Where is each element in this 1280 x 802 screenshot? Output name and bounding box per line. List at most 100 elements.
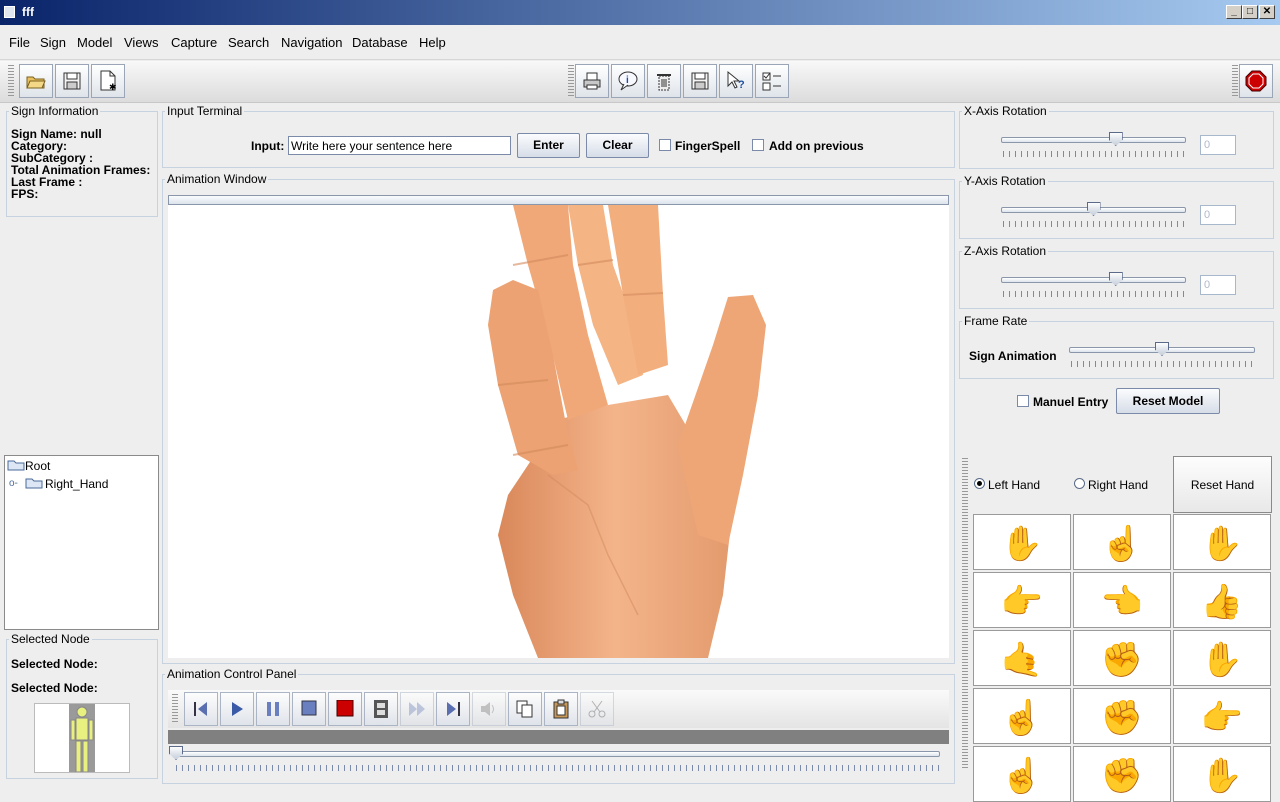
menu-search[interactable]: Search	[228, 35, 269, 50]
play-icon[interactable]	[220, 692, 254, 726]
tree-node-label: Right_Hand	[45, 477, 109, 491]
reset-model-button[interactable]: Reset Model	[1116, 388, 1220, 414]
handshape-cell[interactable]: ✋	[1173, 746, 1271, 802]
svg-text:👈: 👈	[1101, 583, 1143, 621]
fingerspell-label: FingerSpell	[675, 139, 741, 153]
y-rotation-field[interactable]: 0	[1200, 205, 1236, 225]
handshape-cell[interactable]: ✋	[1173, 630, 1271, 686]
copy-icon[interactable]	[508, 692, 542, 726]
selected-node-title: Selected Node	[9, 632, 92, 646]
timeline-ticks	[176, 765, 940, 771]
help-pointer-icon[interactable]: ?	[719, 64, 753, 98]
minimize-button[interactable]: _	[1226, 5, 1242, 19]
sentence-input[interactable]	[288, 136, 511, 155]
step-back-icon[interactable]	[184, 692, 218, 726]
handshape-cell[interactable]: 🤙	[973, 630, 1071, 686]
expand-handle-icon[interactable]: o-	[9, 478, 18, 489]
cut-icon[interactable]	[580, 692, 614, 726]
maximize-button[interactable]: □	[1242, 5, 1258, 19]
toolbar-grip[interactable]	[8, 65, 14, 97]
handshape-cell[interactable]: ✊	[1073, 688, 1171, 744]
svg-text:☝: ☝	[1001, 755, 1043, 796]
svg-text:✋: ✋	[1001, 524, 1043, 563]
enter-button[interactable]: Enter	[517, 133, 580, 158]
menu-file[interactable]: File	[9, 35, 30, 50]
fast-forward-icon[interactable]	[400, 692, 434, 726]
save-icon[interactable]	[55, 64, 89, 98]
handshape-cell[interactable]: ✋	[1173, 514, 1271, 570]
z-rotation-field[interactable]: 0	[1200, 275, 1236, 295]
handshape-cell[interactable]: 👉	[973, 572, 1071, 628]
toolbar-grip-3[interactable]	[1232, 65, 1238, 97]
handshape-s-fist-icon: ✊	[1100, 699, 1143, 739]
stop-square-icon[interactable]	[292, 692, 326, 726]
reset-hand-button[interactable]: Reset Hand	[1173, 456, 1272, 513]
add-previous-checkbox[interactable]	[752, 139, 764, 151]
left-hand-radio[interactable]	[974, 478, 985, 489]
handshape-cell[interactable]: ☝	[973, 688, 1071, 744]
svg-text:✊: ✊	[1101, 699, 1143, 738]
figure-model-icon	[69, 704, 95, 773]
handshape-cell[interactable]: 👍	[1173, 572, 1271, 628]
menu-help[interactable]: Help	[419, 35, 446, 50]
svg-text:👉: 👉	[1001, 583, 1043, 621]
right-hand-radio[interactable]	[1074, 478, 1085, 489]
save-disk-icon[interactable]	[683, 64, 717, 98]
menu-capture[interactable]: Capture	[171, 35, 217, 50]
menu-model[interactable]: Model	[77, 35, 112, 50]
add-previous-label: Add on previous	[769, 139, 864, 153]
record-icon[interactable]	[328, 692, 362, 726]
sign-animation-label: Sign Animation	[969, 349, 1057, 363]
folder-icon	[25, 478, 43, 489]
node-tree: Root o- Right_Hand	[4, 455, 159, 630]
step-forward-icon[interactable]	[436, 692, 470, 726]
handshape-cell[interactable]: ☝	[1073, 514, 1171, 570]
handshape-cell[interactable]: ✋	[973, 514, 1071, 570]
manual-entry-checkbox[interactable]	[1017, 395, 1029, 407]
new-document-icon[interactable]: ✱	[91, 64, 125, 98]
handshape-index-point-icon: ☝	[1000, 697, 1043, 739]
print-icon[interactable]	[575, 64, 609, 98]
fps-label: FPS:	[11, 187, 39, 201]
pause-icon[interactable]	[256, 692, 290, 726]
tree-root[interactable]: Root	[7, 459, 50, 474]
handshape-cell[interactable]: ☝	[973, 746, 1071, 802]
handshape-cell[interactable]: 👈	[1073, 572, 1171, 628]
animation-control-title: Animation Control Panel	[165, 667, 299, 681]
fingerspell-checkbox[interactable]	[659, 139, 671, 151]
x-rotation-track[interactable]	[1001, 137, 1186, 143]
volume-icon[interactable]	[472, 692, 506, 726]
svg-text:✋: ✋	[1201, 756, 1243, 795]
info-bubble-icon[interactable]: i	[611, 64, 645, 98]
timeline-bar	[168, 730, 949, 744]
hand-panel-grip[interactable]	[962, 458, 968, 770]
paste-icon[interactable]	[544, 692, 578, 726]
handshape-cell[interactable]: ✊	[1073, 746, 1171, 802]
toolbar-grip-2[interactable]	[568, 65, 574, 97]
title-bar: fff _ □ ✕	[0, 0, 1280, 25]
hand-model	[488, 205, 766, 658]
x-rotation-field[interactable]: 0	[1200, 135, 1236, 155]
close-button[interactable]: ✕	[1259, 5, 1275, 19]
checklist-icon[interactable]	[755, 64, 789, 98]
stop-icon[interactable]	[1239, 64, 1273, 98]
clear-button[interactable]: Clear	[586, 133, 649, 158]
menu-sign[interactable]: Sign	[40, 35, 66, 50]
y-rotation-title: Y-Axis Rotation	[962, 174, 1048, 188]
menu-views[interactable]: Views	[124, 35, 158, 50]
y-rotation-ticks	[1003, 221, 1186, 227]
animation-canvas[interactable]	[168, 205, 949, 658]
menu-database[interactable]: Database	[352, 35, 408, 50]
open-folder-icon[interactable]	[19, 64, 53, 98]
timeline-slider-track[interactable]	[172, 751, 940, 757]
window-title: fff	[22, 5, 34, 19]
film-icon[interactable]	[364, 692, 398, 726]
z-rotation-track[interactable]	[1001, 277, 1186, 283]
control-grip[interactable]	[172, 694, 178, 724]
menu-navigation[interactable]: Navigation	[281, 35, 342, 50]
delete-icon[interactable]	[647, 64, 681, 98]
handshape-cell[interactable]: 👉	[1173, 688, 1271, 744]
handshape-open-hand-icon: ✋	[1000, 524, 1043, 564]
handshape-cell[interactable]: ✊	[1073, 630, 1171, 686]
handshape-point-left-icon: 👈	[1100, 583, 1143, 622]
